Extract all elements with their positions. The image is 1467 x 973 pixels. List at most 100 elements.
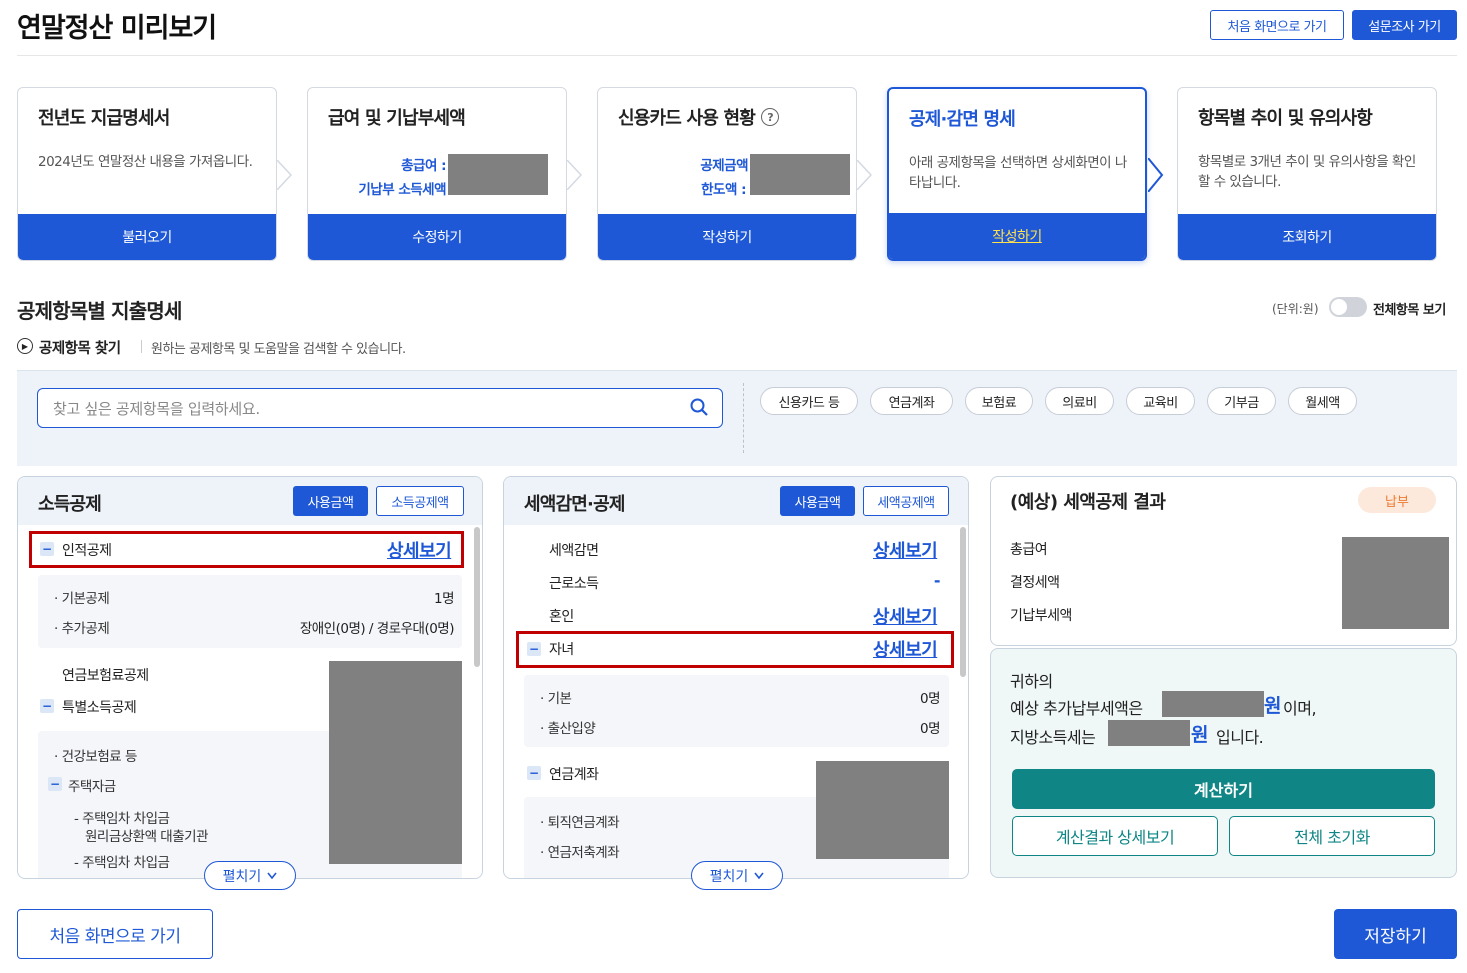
- help-icon[interactable]: ?: [761, 108, 780, 126]
- edit-button[interactable]: 수정하기: [308, 214, 566, 260]
- survey-button[interactable]: 설문조사 가기: [1352, 10, 1457, 40]
- play-circle-icon: ▶: [17, 338, 33, 354]
- detail-link[interactable]: 상세보기: [873, 537, 938, 563]
- step-desc: 항목별로 3개년 추이 및 유의사항을 확인할 수 있습니다.: [1198, 154, 1416, 190]
- pension-insurance-label: 연금보험료공제: [62, 668, 149, 684]
- total-salary-row: 총급여: [1010, 542, 1048, 558]
- tax-reduction-label: 세액감면: [549, 543, 599, 559]
- tab-usage-amount[interactable]: 사용금액: [293, 486, 368, 516]
- section-title: 공제항목별 지출명세: [17, 299, 182, 323]
- list-item: · 추가공제: [54, 621, 110, 637]
- total-salary-label: 총급여 :: [401, 158, 446, 174]
- write-button-active[interactable]: 작성하기: [889, 213, 1145, 259]
- home-top-button[interactable]: 처음 화면으로 가기: [1210, 10, 1344, 40]
- step-title: 급여 및 기납부세액: [328, 108, 466, 129]
- list-item: · 출산입양: [540, 721, 596, 737]
- chip-medical[interactable]: 의료비: [1045, 387, 1114, 415]
- income-deduction-panel: 소득공제 사용금액 소득공제액 − 인적공제 상세보기 · 기본공제 1명 · …: [17, 476, 483, 879]
- masked-value: [750, 154, 850, 195]
- toggle-label: 전체항목 보기: [1373, 303, 1446, 318]
- list-item: - 주택임차 차입금: [74, 811, 170, 827]
- tab-tax-credit[interactable]: 세액공제액: [863, 486, 949, 516]
- collapse-icon[interactable]: −: [40, 542, 54, 556]
- step-title: 항목별 추이 및 유의사항: [1198, 108, 1373, 129]
- marriage-label: 혼인: [549, 609, 574, 625]
- chip-insurance[interactable]: 보험료: [965, 387, 1033, 415]
- step-title: 신용카드 사용 현황 ?: [618, 104, 780, 130]
- chip-rent[interactable]: 월세액: [1288, 387, 1357, 415]
- tab-income-deduction[interactable]: 소득공제액: [376, 486, 464, 516]
- detail-link[interactable]: 상세보기: [387, 537, 452, 563]
- calculate-button[interactable]: 계산하기: [1012, 769, 1435, 809]
- sub-list: [38, 575, 462, 648]
- page-title: 연말정산 미리보기: [17, 13, 217, 44]
- chevron-down-icon: [754, 872, 764, 879]
- determined-tax-row: 결정세액: [1010, 575, 1060, 591]
- won-unit: 원: [1264, 695, 1281, 717]
- chevron-right-icon: [567, 160, 583, 190]
- save-button[interactable]: 저장하기: [1334, 909, 1457, 959]
- step-title: 전년도 지급명세서: [38, 108, 170, 129]
- prepaid-tax-label: 기납부 소득세액: [358, 182, 446, 198]
- load-button[interactable]: 불러오기: [18, 214, 276, 260]
- view-button[interactable]: 조회하기: [1178, 214, 1436, 260]
- collapse-icon[interactable]: −: [527, 766, 541, 780]
- write-button[interactable]: 작성하기: [598, 214, 856, 260]
- message-line-3: 지방소득세는: [1010, 728, 1096, 747]
- reset-all-button[interactable]: 전체 초기화: [1229, 816, 1435, 856]
- list-item: · 건강보험료 등: [54, 749, 137, 765]
- result-detail-button[interactable]: 계산결과 상세보기: [1012, 816, 1218, 856]
- list-item-value: 0명: [919, 721, 941, 737]
- expand-button[interactable]: 펼치기: [204, 861, 296, 890]
- collapse-icon[interactable]: −: [48, 777, 62, 791]
- list-item-value: 장애인(0명) / 경로우대(0명): [299, 621, 455, 637]
- home-bottom-button[interactable]: 처음 화면으로 가기: [17, 909, 213, 959]
- step-desc: 2024년도 연말정산 내용을 가져옵니다.: [38, 154, 253, 170]
- payment-badge: 납부: [1358, 487, 1436, 513]
- chip-donation[interactable]: 기부금: [1207, 387, 1276, 415]
- panel-title: 소득공제: [38, 494, 102, 515]
- list-item-sub: 원리금상환액 대출기관: [85, 829, 209, 845]
- chip-education[interactable]: 교육비: [1126, 387, 1195, 415]
- header-divider: [17, 55, 1457, 56]
- masked-value: [1108, 720, 1190, 746]
- chip-credit-card[interactable]: 신용카드 등: [760, 387, 858, 415]
- unit-label: (단위:원): [1272, 302, 1319, 316]
- panel-title: 세액감면·공제: [524, 494, 625, 515]
- detail-link[interactable]: 상세보기: [873, 603, 938, 629]
- step-card-credit-card: 신용카드 사용 현황 ? 공제금액 한도액 : 작성하기: [597, 87, 857, 261]
- step-desc: 아래 공제항목을 선택하면 상세화면이 나타납니다.: [909, 155, 1127, 191]
- child-label: 자녀: [549, 642, 574, 658]
- tab-usage-amount[interactable]: 사용금액: [780, 486, 855, 516]
- detail-link[interactable]: 상세보기: [873, 636, 938, 662]
- chip-pension-account[interactable]: 연금계좌: [870, 387, 953, 415]
- message-line-2: 예상 추가납부세액은: [1010, 699, 1143, 718]
- list-item: · 퇴직연금계좌: [540, 815, 620, 831]
- earned-income-label: 근로소득: [549, 576, 599, 592]
- expand-label: 펼치기: [222, 868, 262, 885]
- personal-deduction-label: 인적공제: [62, 543, 112, 559]
- list-item: - 주택임차 차입금: [74, 855, 170, 871]
- tax-reduction-panel: 세액감면·공제 사용금액 세액공제액 세액감면 상세보기 근로소득 - 혼인 상…: [503, 476, 969, 879]
- dashed-divider: [743, 383, 744, 453]
- chevron-right-icon: [1148, 158, 1164, 192]
- step-card-trend: 항목별 추이 및 유의사항 항목별로 3개년 추이 및 유의사항을 확인할 수 …: [1177, 87, 1437, 261]
- result-title: (예상) 세액공제 결과: [1010, 492, 1166, 513]
- collapse-icon[interactable]: −: [40, 699, 54, 713]
- scrollbar[interactable]: [960, 527, 966, 677]
- search-placeholder: 찾고 싶은 공제항목을 입력하세요.: [53, 400, 260, 418]
- masked-value: [1162, 691, 1264, 717]
- expand-button[interactable]: 펼치기: [691, 861, 783, 890]
- search-icon[interactable]: [689, 397, 709, 417]
- list-item: · 기본공제: [54, 591, 110, 607]
- collapse-icon[interactable]: −: [527, 642, 541, 656]
- message-line-3-end: 입니다.: [1216, 728, 1264, 747]
- earned-income-value: -: [933, 571, 941, 590]
- won-unit: 원: [1191, 724, 1208, 746]
- message-line-1: 귀하의: [1010, 672, 1053, 691]
- expand-label: 펼치기: [709, 868, 749, 885]
- scrollbar[interactable]: [474, 527, 480, 667]
- housing-fund-label: 주택자금: [68, 779, 116, 795]
- toggle-knob: [1331, 299, 1347, 315]
- step-title-text: 신용카드 사용 현황: [618, 108, 756, 129]
